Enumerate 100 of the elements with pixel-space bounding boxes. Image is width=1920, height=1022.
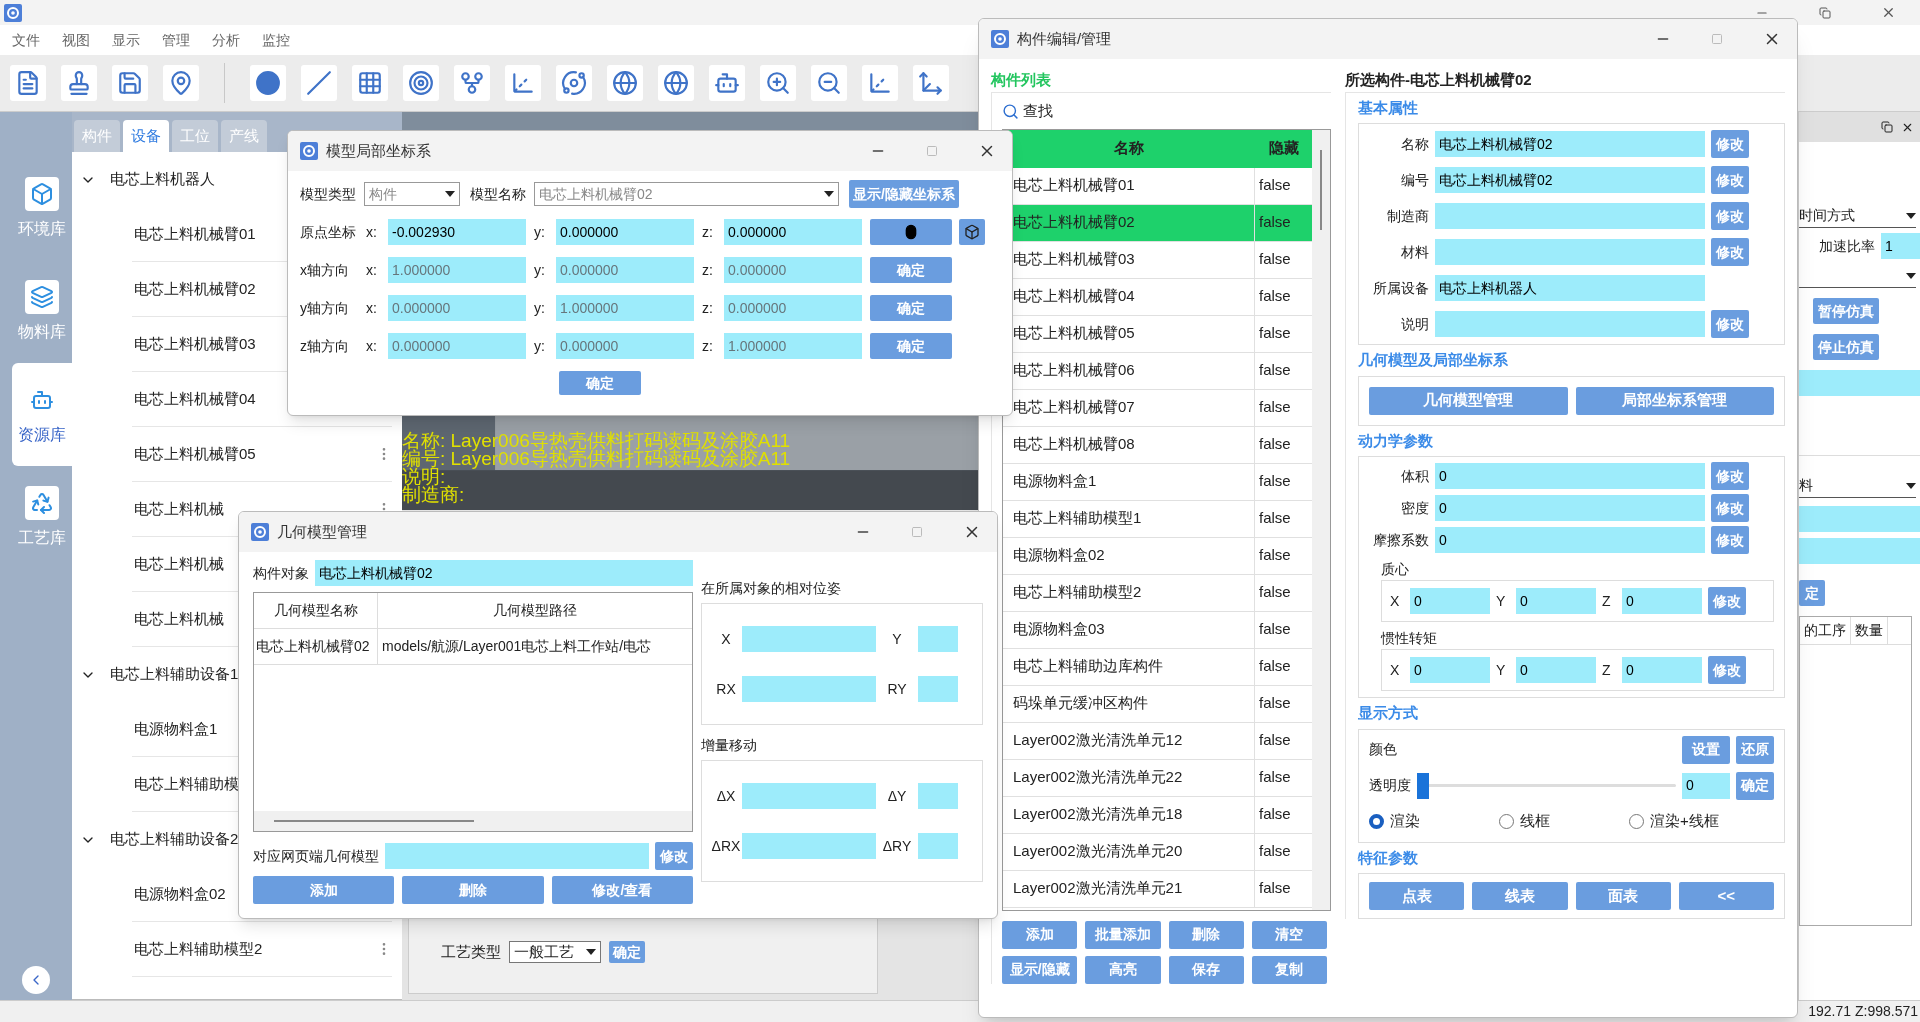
table-cell-text: false: [1258, 841, 1292, 862]
tree-item[interactable]: 电芯上料机械: [132, 552, 224, 576]
list-row[interactable]: 电源物料盒1 false: [1003, 463, 1312, 501]
input-field[interactable]: -0.002930: [388, 219, 526, 245]
radio-option[interactable]: 线框: [1499, 810, 1629, 833]
window-title: 构件编辑/管理: [1017, 28, 1112, 49]
field-label: 模型名称: [470, 184, 526, 204]
table-cell: 码垛单元缓冲区构件: [1003, 685, 1255, 722]
field-label: y:: [534, 222, 546, 242]
list-row[interactable]: Layer002激光清洗单元12 false: [1003, 722, 1312, 760]
process-select[interactable]: 一般工艺: [509, 941, 601, 963]
search-button[interactable]: 查找: [1002, 98, 1053, 125]
group-title: 显示方式: [1358, 703, 1419, 723]
tree-item[interactable]: 电芯上料机械臂01: [132, 222, 256, 246]
column-header: 几何模型名称: [254, 593, 378, 628]
input-field[interactable]: 0: [1516, 657, 1596, 683]
tab[interactable]: 设备: [123, 120, 169, 152]
table-cell-text: false: [1258, 878, 1292, 899]
list-row[interactable]: 电源物料盒02 false: [1003, 537, 1312, 575]
input-field[interactable]: 电芯上料机器人: [1435, 275, 1705, 301]
input-field[interactable]: 0: [1410, 657, 1490, 683]
table-cell-text: false: [1258, 286, 1292, 307]
field-label: Y: [1496, 660, 1507, 680]
tree-item[interactable]: 电芯上料机械: [132, 607, 224, 631]
input-field[interactable]: 0.000000: [556, 219, 694, 245]
list-row[interactable]: Layer002激光清洗单元21 false: [1003, 870, 1312, 908]
field-label: 对应网页端几何模型: [253, 846, 379, 866]
input-field[interactable]: 电芯上料机械臂02: [315, 560, 693, 586]
field-label: ΔX: [715, 786, 737, 806]
menu-item[interactable]: 显示: [112, 29, 140, 51]
type-select[interactable]: 构件: [364, 182, 460, 206]
list-row[interactable]: 电芯上料辅助模型1 false: [1003, 500, 1312, 538]
input-field[interactable]: 电芯上料机械臂02: [1435, 131, 1705, 157]
table-cell-text: models/航源/Layer001电芯上料工作站/电芯: [381, 637, 653, 656]
input-field[interactable]: 0: [1435, 527, 1705, 553]
field-label: RX: [715, 679, 737, 699]
column-header: 隐藏: [1267, 138, 1300, 159]
table-cell-text: false: [1258, 656, 1292, 677]
input-field[interactable]: 0: [1682, 772, 1730, 799]
field-label: y:: [534, 298, 546, 318]
tree-item[interactable]: 电源物料盒02: [132, 882, 226, 906]
list-row[interactable]: Layer002激光清洗单元18 false: [1003, 796, 1312, 834]
menu-item[interactable]: 管理: [162, 29, 190, 51]
field-label: x:: [366, 336, 378, 356]
field-label: 透明度: [1369, 776, 1411, 795]
input-field[interactable]: 电芯上料机械臂02: [1435, 167, 1705, 193]
field-label: Y: [891, 629, 903, 649]
column-header: 几何模型路径: [492, 601, 578, 620]
menu-item[interactable]: 分析: [212, 29, 240, 51]
tree-item[interactable]: 电芯上料机械臂02: [132, 277, 256, 301]
dropdown[interactable]: 料: [1799, 474, 1916, 498]
tree-item[interactable]: 电芯上料辅助模型2: [132, 937, 263, 961]
sidebar-item[interactable]: 资源库: [12, 363, 72, 466]
radio-option[interactable]: 渲染+线框: [1629, 810, 1719, 833]
table-cell-text: false: [1258, 804, 1292, 825]
tree-item[interactable]: 电芯上料机械臂03: [132, 332, 256, 356]
table-cell-text: false: [1258, 508, 1292, 529]
list-row[interactable]: 电芯上料辅助模型2 false: [1003, 574, 1312, 612]
list-row[interactable]: 电源物料盒03 false: [1003, 611, 1312, 649]
input-field[interactable]: 0: [1435, 463, 1705, 489]
tree-item[interactable]: 电芯上料机械臂04: [132, 387, 256, 411]
list-row[interactable]: 电芯上料辅助边库构件 false: [1003, 648, 1312, 686]
field-label: y:: [534, 260, 546, 280]
tree-item[interactable]: 电源物料盒1: [132, 717, 218, 741]
input-field[interactable]: 0: [1622, 588, 1702, 614]
list-row[interactable]: Layer002激光清洗单元22 false: [1003, 759, 1312, 797]
input-field[interactable]: 0: [1516, 588, 1596, 614]
list-row[interactable]: Layer002激光清洗单元20 false: [1003, 833, 1312, 871]
input-field[interactable]: 1: [1881, 233, 1920, 259]
radio-option[interactable]: 渲染: [1369, 810, 1499, 833]
menu-item[interactable]: 视图: [62, 29, 90, 51]
field-label: Z: [1602, 591, 1612, 611]
tree-item[interactable]: 电芯上料辅助模: [132, 772, 239, 796]
input-field[interactable]: 0.000000: [724, 219, 862, 245]
list-row[interactable]: 电芯上料机械臂07 false: [1003, 389, 1312, 427]
group-title: 构件列表: [991, 70, 1052, 90]
menu-item[interactable]: 文件: [12, 29, 40, 51]
tree-item[interactable]: 电芯上料机械臂05: [132, 442, 256, 466]
input-field[interactable]: 0: [1622, 657, 1702, 683]
window-title: 模型局部坐标系: [326, 140, 431, 161]
overlay-text: 制造商:: [402, 486, 466, 504]
dropdown[interactable]: 时间方式: [1799, 204, 1916, 228]
field-label: ΔY: [886, 786, 908, 806]
field-label: 所属设备: [1372, 278, 1429, 298]
table-cell-text: false: [1258, 249, 1292, 270]
table-cell-text: false: [1258, 730, 1292, 751]
field-label: x:: [366, 298, 378, 318]
table-cell: 电源物料盒02: [1003, 537, 1255, 574]
table-cell: Layer002激光清洗单元22: [1003, 759, 1255, 796]
input-field[interactable]: 0: [1435, 495, 1705, 521]
field-label: ΔRY: [881, 836, 913, 856]
field-label: RY: [886, 679, 908, 699]
input-field[interactable]: 0: [1410, 588, 1490, 614]
tree-item[interactable]: 电芯上料机械: [132, 497, 224, 521]
list-row[interactable]: 码垛单元缓冲区构件 false: [1003, 685, 1312, 723]
list-row[interactable]: 电芯上料机械臂08 false: [1003, 426, 1312, 464]
menu-item[interactable]: 监控: [262, 29, 290, 51]
table-cell: 电芯上料机械臂08: [1003, 426, 1255, 463]
table-cell-text: false: [1258, 693, 1292, 714]
name-select[interactable]: 电芯上料机械臂02: [534, 182, 839, 206]
